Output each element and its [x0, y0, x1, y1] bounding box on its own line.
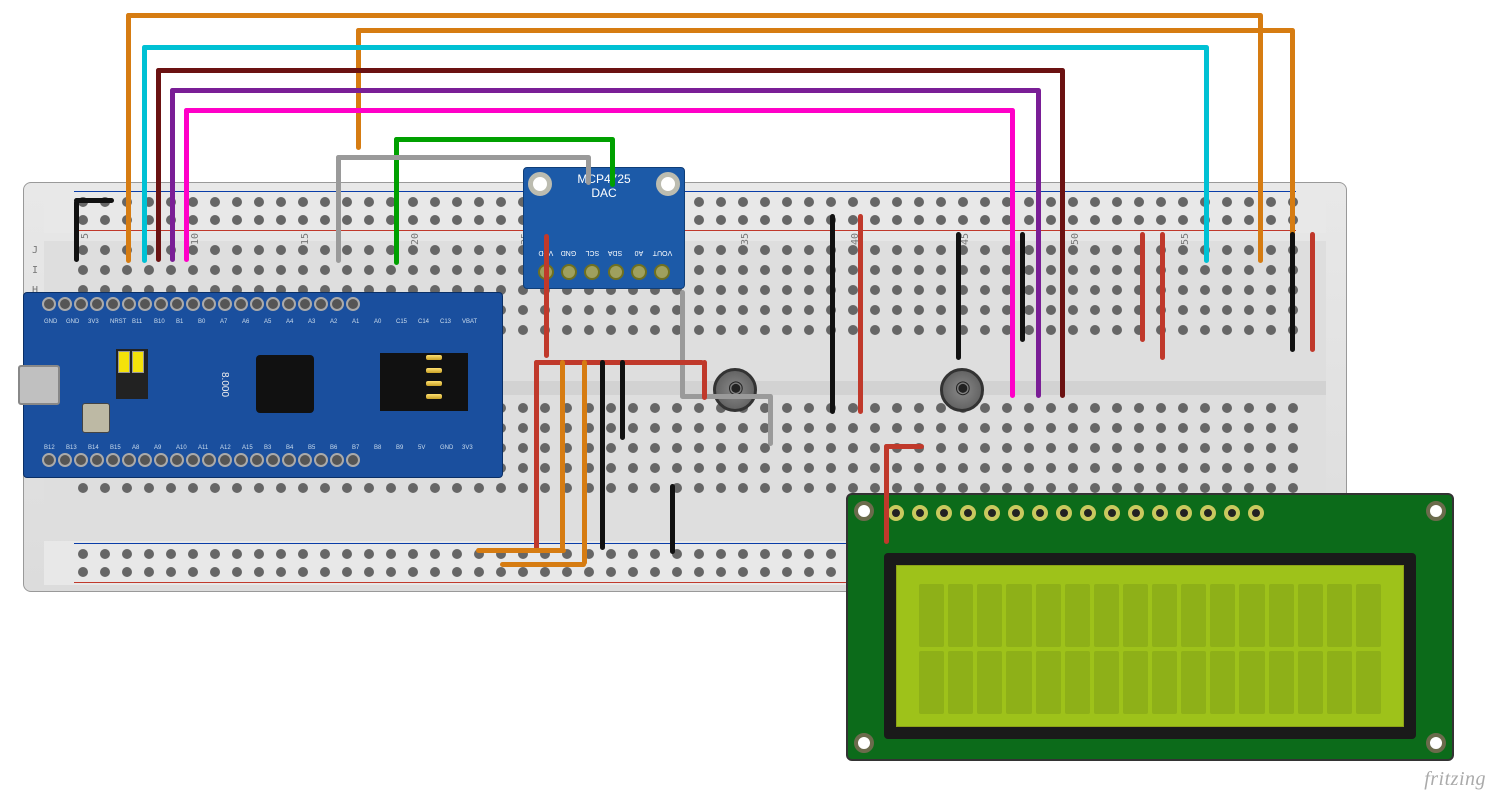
maroon-wire — [156, 68, 1064, 73]
reset-button[interactable] — [82, 403, 110, 433]
purple-wire — [170, 88, 1040, 93]
red-wire — [544, 234, 549, 358]
grey-wire — [336, 155, 590, 160]
row-label: J — [32, 245, 38, 256]
potentiometer-1[interactable] — [713, 368, 757, 412]
mcp-pin-label: GND — [559, 249, 578, 256]
orange-wire — [126, 13, 1262, 18]
cyan-wire — [142, 45, 1208, 50]
orange-wire-2 — [356, 28, 1294, 33]
magenta-wire — [184, 108, 1014, 113]
green-wire — [394, 137, 614, 142]
potentiometer-2[interactable] — [940, 368, 984, 412]
power-rail-top: document.write(Array.from({length:56},()… — [44, 189, 1326, 233]
black-wire — [74, 200, 79, 262]
row-label: I — [32, 265, 38, 276]
stm32-mcu — [256, 355, 314, 413]
mcp-subtitle: DAC — [591, 186, 616, 200]
swd-header — [380, 353, 468, 411]
usb-port — [18, 365, 60, 405]
stm32-bluepill: for(let i=0;i<20;i++)document.write('<di… — [23, 292, 503, 478]
mcp-pin-label: SDA — [606, 249, 625, 256]
crystal-label: 8.000 — [219, 372, 230, 397]
lcd-16x2: for(let i=0;i<16;i++)document.write('<di… — [846, 493, 1454, 761]
fritzing-watermark: fritzing — [1424, 768, 1486, 791]
diagram-canvas: document.write(Array.from({length:56},()… — [0, 0, 1500, 797]
mcp-pin-label: SCL — [583, 249, 602, 256]
mcp-pin-label: A0 — [629, 249, 648, 256]
mcp-pin-label: VOUT — [653, 249, 672, 256]
lcd-pin-header: for(let i=0;i<16;i++)document.write('<di… — [888, 505, 1412, 533]
